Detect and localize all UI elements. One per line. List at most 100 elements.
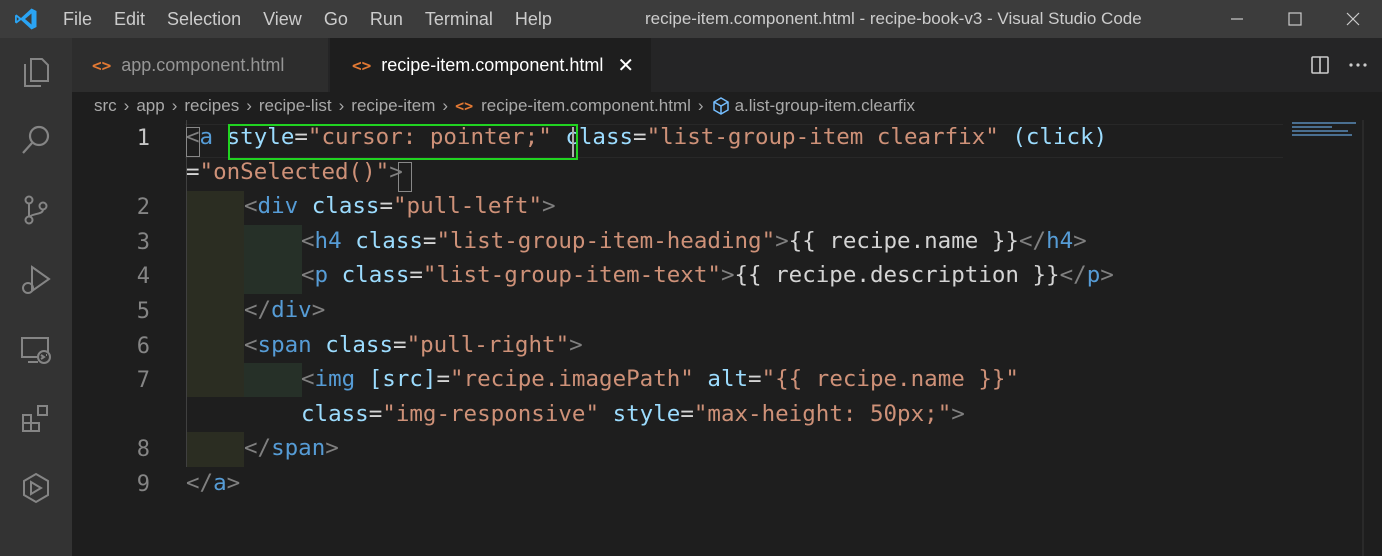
token-eq: =	[368, 401, 383, 427]
breadcrumb-item[interactable]: src	[94, 96, 117, 116]
minimize-button[interactable]	[1208, 0, 1266, 38]
maximize-button[interactable]	[1266, 0, 1324, 38]
close-window-button[interactable]	[1324, 0, 1382, 38]
minimize-icon	[1231, 18, 1243, 20]
breadcrumb-item[interactable]: a.list-group-item.clearfix	[735, 96, 915, 116]
token-bracket: >	[1073, 228, 1087, 254]
code-editor[interactable]: 1 2 3 4 5 6 7 8 9 <a style="cursor: poin…	[72, 120, 1382, 556]
token-eq: =	[186, 159, 200, 185]
breadcrumb-item[interactable]: recipes	[184, 96, 239, 116]
split-editor-icon[interactable]	[1310, 55, 1330, 75]
tab-app-component[interactable]: <> app.component.html	[72, 38, 328, 92]
explorer-icon[interactable]	[0, 42, 72, 102]
indent-guide	[244, 225, 302, 294]
code-line-2: <div class="pull-left">	[244, 193, 556, 219]
token-string: "recipe.imagePath"	[450, 366, 694, 392]
token-string: "img-responsive"	[382, 401, 600, 427]
token-bracket: >	[389, 159, 403, 185]
chevron-right-icon: ›	[171, 96, 178, 115]
indent-guide	[244, 363, 302, 397]
indent-guide	[186, 432, 244, 467]
token-eq: =	[633, 124, 647, 150]
menu-help[interactable]: Help	[504, 0, 563, 38]
menu-run[interactable]: Run	[359, 0, 414, 38]
token-bracket: <	[301, 366, 315, 392]
line-number: 4	[136, 264, 150, 289]
token-tag: img	[314, 366, 356, 392]
live-share-icon[interactable]	[0, 458, 72, 518]
code-line-7: <img [src]="recipe.imagePath" alt="{{ re…	[301, 366, 1019, 392]
vertical-scrollbar[interactable]	[1362, 120, 1364, 556]
close-icon	[1346, 12, 1360, 26]
token-attr: alt	[707, 366, 749, 392]
token-string: "onSelected()"	[199, 159, 390, 185]
token-bracket: <	[244, 193, 258, 219]
code-line-6: <span class="pull-right">	[244, 332, 583, 358]
token-bracket: >	[325, 435, 339, 461]
token-bracket: >	[720, 262, 735, 288]
token-eq: =	[379, 193, 394, 219]
menu-selection[interactable]: Selection	[156, 0, 252, 38]
token-string: "{{ recipe.name }}"	[761, 366, 1019, 392]
text-cursor	[572, 127, 574, 157]
token-tag: h4	[1046, 228, 1074, 254]
menu-file[interactable]: File	[52, 0, 103, 38]
token-eq: =	[393, 332, 407, 358]
minimap[interactable]	[1292, 122, 1364, 148]
code-line-3: <h4 class="list-group-item-heading">{{ r…	[301, 228, 1087, 254]
token-string: "list-group-item-heading"	[436, 228, 776, 254]
search-icon[interactable]	[0, 110, 72, 170]
token-string: "pull-left"	[393, 193, 543, 219]
code-line-7-wrap: class="img-responsive" style="max-height…	[301, 401, 965, 427]
breadcrumb-item[interactable]: recipe-item.component.html	[481, 96, 691, 116]
remote-explorer-icon[interactable]	[0, 320, 72, 380]
token-bracket: <	[186, 124, 200, 150]
tab-close-icon[interactable]: ✕	[617, 53, 634, 78]
extensions-icon[interactable]	[0, 388, 72, 448]
token-attr: style	[612, 401, 681, 427]
code-line-5: </div>	[244, 297, 325, 323]
token-eq: =	[422, 228, 437, 254]
line-number: 8	[136, 437, 150, 462]
source-control-icon[interactable]	[0, 180, 72, 240]
line-number: 1	[136, 126, 150, 151]
code-line-4: <p class="list-group-item-text">{{ recip…	[301, 262, 1114, 288]
menu-view[interactable]: View	[252, 0, 313, 38]
activity-bar	[0, 38, 72, 556]
code-line-1-wrap: ="onSelected()">	[186, 159, 403, 185]
token-bracket: >	[951, 401, 965, 427]
breadcrumb-item[interactable]: recipe-list	[259, 96, 332, 116]
token-bracket: </	[1018, 228, 1047, 254]
token-tag: p	[1086, 262, 1101, 288]
menu-edit[interactable]: Edit	[103, 0, 156, 38]
more-actions-icon[interactable]	[1348, 55, 1368, 75]
html-file-icon: <>	[352, 55, 372, 75]
token-bracket: >	[1100, 262, 1114, 288]
token-tag: p	[314, 262, 329, 288]
token-bracket: >	[775, 228, 789, 254]
window-controls	[1208, 0, 1382, 38]
breadcrumb-item[interactable]: app	[136, 96, 164, 116]
token-eq: =	[748, 366, 762, 392]
vscode-logo-icon	[0, 0, 52, 38]
code-line-9: </a>	[186, 470, 240, 496]
tab-recipe-item-component[interactable]: <> recipe-item.component.html ✕	[330, 38, 651, 92]
token-attr: class	[341, 262, 410, 288]
token-bracket: >	[542, 193, 556, 219]
token-bracket: </	[1059, 262, 1087, 288]
html-file-icon: <>	[92, 55, 112, 75]
line-number: 7	[136, 368, 150, 393]
token-bracket: >	[226, 470, 241, 496]
title-bar: File Edit Selection View Go Run Terminal…	[0, 0, 1382, 38]
annotation-highlight-box	[228, 124, 578, 160]
line-number: 5	[136, 299, 150, 324]
tab-label: recipe-item.component.html	[381, 54, 604, 75]
window-title: recipe-item.component.html - recipe-book…	[645, 9, 1142, 28]
token-bracket: </	[186, 470, 214, 496]
run-debug-icon[interactable]	[0, 250, 72, 310]
breadcrumb-item[interactable]: recipe-item	[351, 96, 435, 116]
token-attr: class	[325, 332, 394, 358]
token-tag: h4	[314, 228, 342, 254]
menu-terminal[interactable]: Terminal	[414, 0, 504, 38]
menu-go[interactable]: Go	[313, 0, 359, 38]
